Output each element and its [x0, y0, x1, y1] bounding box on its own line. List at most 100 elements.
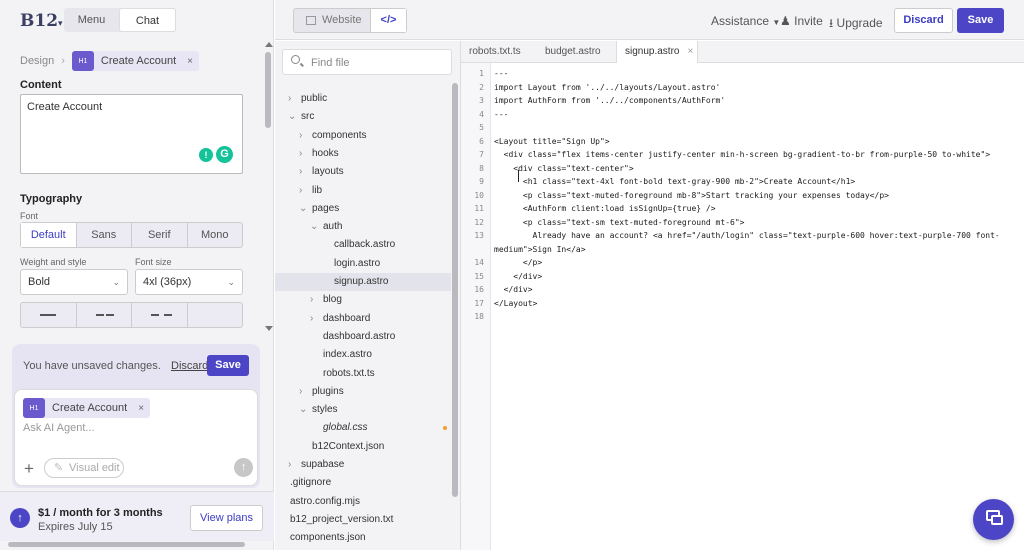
tree-scrollbar[interactable] [452, 83, 458, 497]
code-line[interactable]: </div> [494, 285, 533, 294]
tree-file[interactable]: b12_project_version.txt [275, 511, 451, 529]
grammarly-bulb-icon[interactable]: ! [199, 148, 213, 162]
plan-expiry: Expires July 15 [38, 521, 113, 533]
tree-file[interactable]: global.css [275, 419, 451, 437]
plus-icon[interactable]: + [24, 460, 38, 477]
chat-tab[interactable]: Chat [119, 8, 176, 32]
save-button[interactable]: Save [957, 8, 1004, 33]
code-line[interactable]: Already have an account? <a href="/auth/… [494, 231, 1000, 240]
code-line[interactable]: </div> [494, 272, 542, 281]
chip-close-icon[interactable]: × [138, 403, 144, 414]
discard-button[interactable]: Discard [894, 8, 953, 33]
left-scroll-thumb[interactable] [265, 52, 271, 128]
align-justify-button[interactable] [188, 303, 243, 327]
tree-item-label: pages [312, 202, 340, 214]
code-line[interactable]: <AuthForm client:load isSignUp={true} /> [494, 204, 716, 213]
breadcrumb-design[interactable]: Design [20, 55, 54, 67]
save-changes-button[interactable]: Save [207, 355, 249, 376]
discard-link[interactable]: Discard [171, 360, 208, 372]
tab-signup[interactable]: signup.astro × [616, 41, 698, 63]
line-number: 17 [474, 298, 484, 308]
send-icon[interactable]: ↑ [234, 458, 253, 477]
invite-button[interactable]: ♟ Invite [780, 14, 823, 28]
tree-folder[interactable]: › blog [275, 291, 451, 309]
chat-bubble-button[interactable] [973, 499, 1014, 540]
view-plans-button[interactable]: View plans [190, 505, 263, 531]
align-center-icon [77, 312, 132, 318]
b12-logo[interactable]: B12▾ [20, 11, 63, 31]
code-line[interactable]: medium">Sign In</a> [494, 245, 586, 254]
font-default[interactable]: Default [21, 223, 77, 247]
tree-file[interactable]: robots.txt.ts [275, 365, 451, 383]
code-view-button[interactable]: </> [370, 9, 406, 32]
tree-folder[interactable]: ⌄ auth [275, 218, 451, 236]
align-center-button[interactable] [77, 303, 132, 327]
tree-item-label: supabase [301, 459, 345, 470]
tree-item-label: auth [323, 221, 343, 233]
tree-folder[interactable]: › plugins [275, 383, 451, 401]
tree-file[interactable]: index.astro [275, 346, 451, 364]
tab-budget[interactable]: budget.astro [537, 41, 616, 63]
tree-folder[interactable]: › lib [275, 182, 451, 200]
website-view-button[interactable]: Website [294, 9, 370, 32]
content-textarea[interactable]: Create Account [20, 94, 243, 174]
code-editor[interactable]: --- import Layout from '../../layouts/Lay… [491, 63, 1024, 550]
tree-file[interactable]: b12Context.json [275, 438, 451, 456]
find-file-input[interactable]: Find file [282, 49, 452, 75]
tree-folder[interactable]: › supabase [275, 456, 451, 474]
tree-folder[interactable]: › layouts [275, 163, 451, 181]
tree-folder[interactable]: › dashboard [275, 310, 451, 328]
code-line[interactable]: <Layout title="Sign Up"> [494, 137, 610, 146]
code-line[interactable]: <div class="text-center"> [494, 164, 633, 173]
tree-file[interactable]: login.astro [275, 255, 451, 273]
tree-folder[interactable]: ⌄ src [275, 108, 451, 126]
left-horizontal-scrollbar[interactable] [8, 542, 245, 547]
tree-file[interactable]: components.json [275, 529, 451, 547]
chat-element-chip[interactable]: H1 Create Account × [23, 398, 151, 418]
font-mono[interactable]: Mono [188, 223, 243, 247]
align-left-button[interactable] [21, 303, 77, 327]
code-line[interactable]: <p class="text-muted-foreground mb-8">St… [494, 191, 889, 200]
close-icon[interactable]: × [687, 46, 693, 57]
code-line[interactable]: <p class="text-sm text-muted-foreground … [494, 218, 745, 227]
tree-file[interactable]: callback.astro [275, 236, 451, 254]
size-select[interactable]: 4xl (36px) ⌄ [135, 269, 243, 295]
tree-file[interactable]: dashboard.astro [275, 328, 451, 346]
tree-folder[interactable]: ⌄ pages [275, 200, 451, 218]
align-right-button[interactable] [132, 303, 188, 327]
tree-file[interactable]: signup.astro [275, 273, 451, 291]
menu-tab[interactable]: Menu [64, 8, 119, 32]
code-line[interactable]: --- [494, 110, 508, 119]
tree-folder[interactable]: ⌄ styles [275, 401, 451, 419]
tree-file[interactable]: .gitignore [275, 474, 451, 492]
weight-select[interactable]: Bold ⌄ [20, 269, 128, 295]
grammarly-icon[interactable]: G [216, 146, 233, 163]
tree-folder[interactable]: › public [275, 90, 451, 108]
code-line[interactable]: </p> [494, 258, 542, 267]
left-scrollbar[interactable] [264, 40, 272, 332]
scroll-down-arrow[interactable] [265, 326, 273, 331]
code-line[interactable]: </Layout> [494, 299, 537, 308]
h1-tag-icon: H1 [23, 398, 45, 418]
visual-edit-button[interactable]: ✎ Visual edit [44, 458, 124, 478]
tree-folder[interactable]: › hooks [275, 145, 451, 163]
tab-robots[interactable]: robots.txt.ts [461, 41, 537, 63]
tree-item-label: dashboard.astro [323, 330, 396, 342]
element-chip[interactable]: H1 Create Account × [71, 51, 199, 71]
font-serif[interactable]: Serif [132, 223, 188, 247]
file-tree: Find file › public ⌄ src › components › hooks › l… [275, 41, 461, 550]
tree-item-label: login.astro [334, 257, 381, 269]
assistance-menu[interactable]: Assistance ▼ [711, 14, 780, 28]
ask-ai-input[interactable]: Ask AI Agent... [23, 422, 95, 434]
chip-close-icon[interactable]: × [187, 56, 193, 67]
code-line[interactable]: import Layout from '../../layouts/Layout… [494, 83, 720, 92]
code-line[interactable]: import AuthForm from '../../components/A… [494, 96, 725, 105]
code-line[interactable]: <div class="flex items-center justify-ce… [494, 150, 990, 159]
tree-folder[interactable]: › components [275, 127, 451, 145]
upgrade-button[interactable]: ⭳ Upgrade [829, 14, 883, 35]
code-line[interactable]: --- [494, 69, 508, 78]
font-sans[interactable]: Sans [77, 223, 132, 247]
breadcrumb: Design › H1 Create Account × [20, 51, 199, 71]
tree-file[interactable]: astro.config.mjs [275, 493, 451, 511]
code-line[interactable]: <h1 class="text-4xl font-bold text-gray-… [494, 177, 855, 186]
